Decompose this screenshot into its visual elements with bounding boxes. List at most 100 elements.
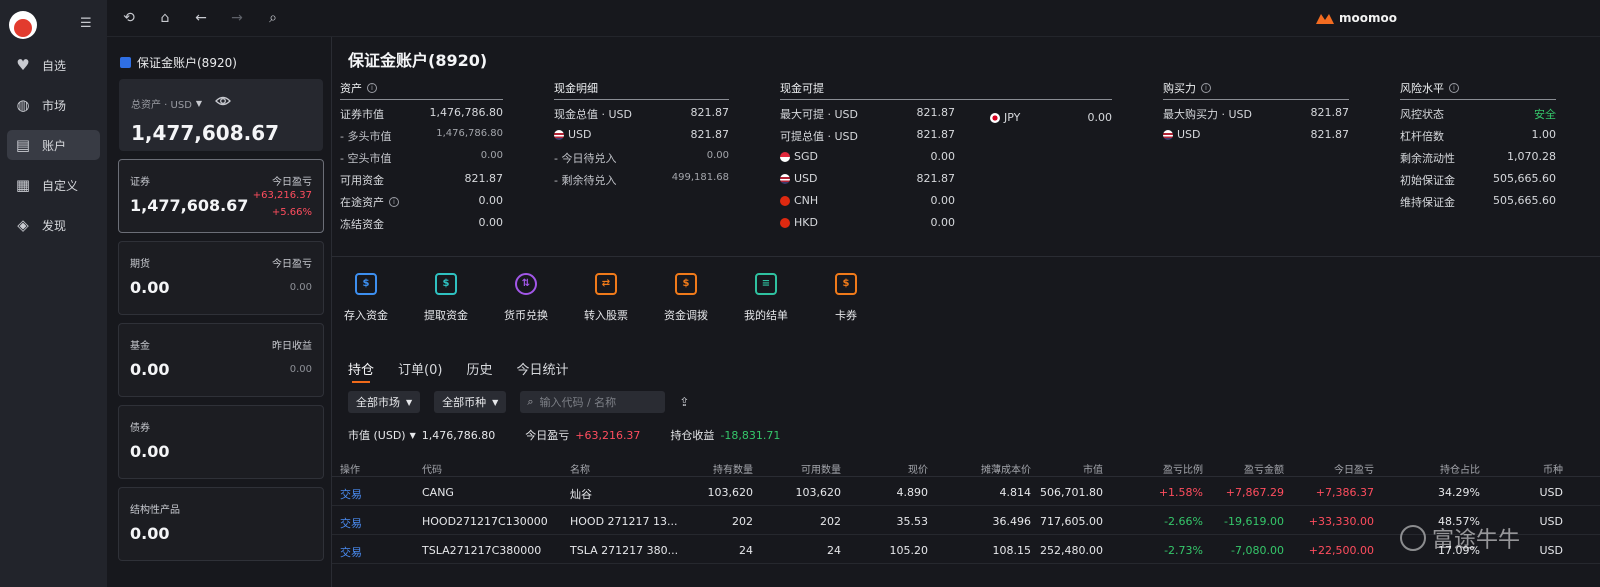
- home-icon[interactable]: ⌂: [157, 10, 173, 26]
- row-label: CNH: [780, 194, 818, 207]
- search-icon[interactable]: ⌕: [265, 10, 281, 26]
- info-icon[interactable]: i: [1201, 82, 1211, 93]
- cell-today-pnl: +7,386.37: [1315, 486, 1374, 499]
- avatar[interactable]: [9, 11, 37, 39]
- top-toolbar: ⟲ ⌂ ← → ⌕ moomoo: [107, 0, 1600, 37]
- card-value: 0.00: [130, 442, 170, 461]
- action-label: 存入资金: [344, 309, 388, 322]
- cell-name: HOOD 271217 13...: [570, 515, 678, 528]
- withdraw-row: SGD 0.00: [780, 144, 955, 166]
- nav-item-account[interactable]: ▤ 账户: [7, 130, 100, 160]
- nav-item-label: 市场: [42, 98, 67, 113]
- column-header[interactable]: 持仓占比: [1440, 461, 1480, 476]
- row-label: 可用资金: [340, 174, 384, 187]
- nav-item-custom[interactable]: ▦ 自定义: [7, 170, 100, 200]
- trade-link[interactable]: 交易: [340, 544, 362, 560]
- cell-pnl-amount: -7,080.00: [1231, 544, 1284, 557]
- tab-orders[interactable]: 订单(0): [398, 359, 442, 378]
- column-header[interactable]: 市值: [1083, 461, 1103, 476]
- search-input[interactable]: ⌕ 输入代码 / 名称: [520, 391, 666, 413]
- tab-history[interactable]: 历史: [466, 359, 492, 378]
- cell-currency: USD: [1539, 515, 1563, 528]
- summary-value: -18,831.71: [720, 428, 781, 442]
- info-icon[interactable]: i: [1449, 82, 1459, 93]
- brand-name: moomoo: [1339, 11, 1397, 25]
- card-value: 0.00: [130, 524, 170, 543]
- row-value: 821.87: [464, 172, 504, 185]
- wallet-icon: ▤: [15, 136, 31, 154]
- cell-pnl-amount: -19,619.00: [1224, 515, 1284, 528]
- account-card-structured-products[interactable]: 结构性产品 0.00: [118, 487, 324, 561]
- cell-name: TSLA 271217 380...: [570, 544, 679, 557]
- row-value: 0.00: [1087, 111, 1113, 124]
- eye-icon[interactable]: [215, 93, 231, 109]
- tab-today-stats[interactable]: 今日统计: [516, 359, 568, 378]
- column-header[interactable]: 盈亏比例: [1163, 461, 1203, 476]
- market-value-summary[interactable]: 市值 (USD) ▼ 1,476,786.80: [348, 427, 495, 443]
- divider: [332, 256, 1600, 257]
- total-assets-currency-dropdown[interactable]: 总资产 · USD ▼: [131, 96, 202, 111]
- collapse-menu-icon[interactable]: ☰: [80, 17, 94, 31]
- fund-transfer-button[interactable]: $ 资金调拨: [656, 273, 716, 323]
- cell-currency: USD: [1539, 486, 1563, 499]
- column-header[interactable]: 摊薄成本价: [981, 461, 1031, 476]
- currency-exchange-button[interactable]: ⇅ 货币兑换: [496, 273, 556, 323]
- asset-row: 在途资产 i 0.00: [340, 188, 503, 210]
- card-pnl: 0.00: [289, 364, 312, 375]
- row-label-text: USD: [568, 128, 592, 141]
- row-value: 499,181.68: [671, 172, 729, 183]
- action-label: 资金调拨: [664, 309, 708, 322]
- account-card-bonds[interactable]: 债券 0.00: [118, 405, 324, 479]
- info-icon[interactable]: i: [389, 197, 399, 207]
- account-icon: [120, 57, 131, 68]
- info-icon[interactable]: i: [367, 82, 377, 93]
- row-value: 0.00: [706, 150, 729, 161]
- section-header: 风险水平 i: [1400, 81, 1556, 100]
- card-name: 证券: [130, 177, 150, 188]
- currency-filter-dropdown[interactable]: 全部币种 ▼: [434, 391, 507, 413]
- column-header[interactable]: 现价: [908, 461, 928, 476]
- nav-item-market[interactable]: ◍ 市场: [7, 90, 100, 120]
- cell-pnl-ratio: -2.66%: [1164, 515, 1203, 528]
- row-label-text: 在途资产: [340, 196, 384, 209]
- row-value: 0.00: [930, 194, 956, 207]
- coupon-button[interactable]: $ 卡券: [816, 273, 876, 323]
- account-card-funds[interactable]: 基金 昨日收益 0.00 0.00: [118, 323, 324, 397]
- statement-button[interactable]: ≡ 我的结单: [736, 273, 796, 323]
- assets-section: 资产 i 证券市值 1,476,786.80 - 多头市值 1,476,786.80 …: [340, 81, 503, 232]
- table-row[interactable]: 交易 CANG 灿谷 103,620 103,620 4.890 4.814 5…: [332, 477, 1600, 506]
- row-label: 最大可提 · USD: [780, 108, 858, 121]
- layout-icon: ▦: [15, 176, 31, 194]
- withdraw-button[interactable]: $ 提取资金: [416, 273, 476, 323]
- account-card-securities[interactable]: 证券 今日盈亏 1,477,608.67 +63,216.37 +5.66%: [118, 159, 324, 233]
- transfer-stock-button[interactable]: ⇄ 转入股票: [576, 273, 636, 323]
- column-header[interactable]: 今日盈亏: [1334, 461, 1374, 476]
- row-label: - 空头市值: [340, 152, 392, 165]
- account-selector[interactable]: 保证金账户(8920): [120, 54, 237, 71]
- trade-link[interactable]: 交易: [340, 486, 362, 502]
- trade-link[interactable]: 交易: [340, 515, 362, 531]
- tab-positions[interactable]: 持仓: [348, 359, 374, 383]
- position-tabs: 持仓 订单(0) 历史 今日统计: [348, 359, 592, 383]
- nav-item-watchlist[interactable]: ♥ 自选: [7, 50, 100, 80]
- export-icon[interactable]: ⇪: [679, 395, 693, 409]
- withdraw-column-2: JPY 0.00: [990, 105, 1112, 127]
- row-label-text: JPY: [1004, 111, 1021, 124]
- withdraw-row: JPY 0.00: [990, 105, 1112, 127]
- nav-item-discover[interactable]: ◈ 发现: [7, 210, 100, 240]
- deposit-button[interactable]: $ 存入资金: [336, 273, 396, 323]
- positions-summary: 市值 (USD) ▼ 1,476,786.80 今日盈亏 +63,216.37 持仓收…: [348, 427, 810, 443]
- account-panel: 保证金账户(8920) 总资产 · USD ▼ 1,477,608.67 证券 今…: [107, 37, 332, 587]
- row-label: 风控状态: [1400, 108, 1444, 121]
- column-header[interactable]: 持有数量: [713, 461, 753, 476]
- account-card-futures[interactable]: 期货 今日盈亏 0.00 0.00: [118, 241, 324, 315]
- cell-quantity: 103,620: [707, 486, 754, 499]
- market-filter-dropdown[interactable]: 全部市场 ▼: [348, 391, 421, 413]
- back-arrow-icon[interactable]: ←: [193, 10, 209, 26]
- cell-market-value: 252,480.00: [1040, 544, 1103, 557]
- forward-arrow-icon[interactable]: →: [229, 10, 245, 26]
- column-header[interactable]: 可用数量: [801, 461, 841, 476]
- history-icon[interactable]: ⟲: [121, 10, 137, 26]
- asset-row: - 空头市值 0.00: [340, 144, 503, 166]
- column-header[interactable]: 盈亏金额: [1244, 461, 1284, 476]
